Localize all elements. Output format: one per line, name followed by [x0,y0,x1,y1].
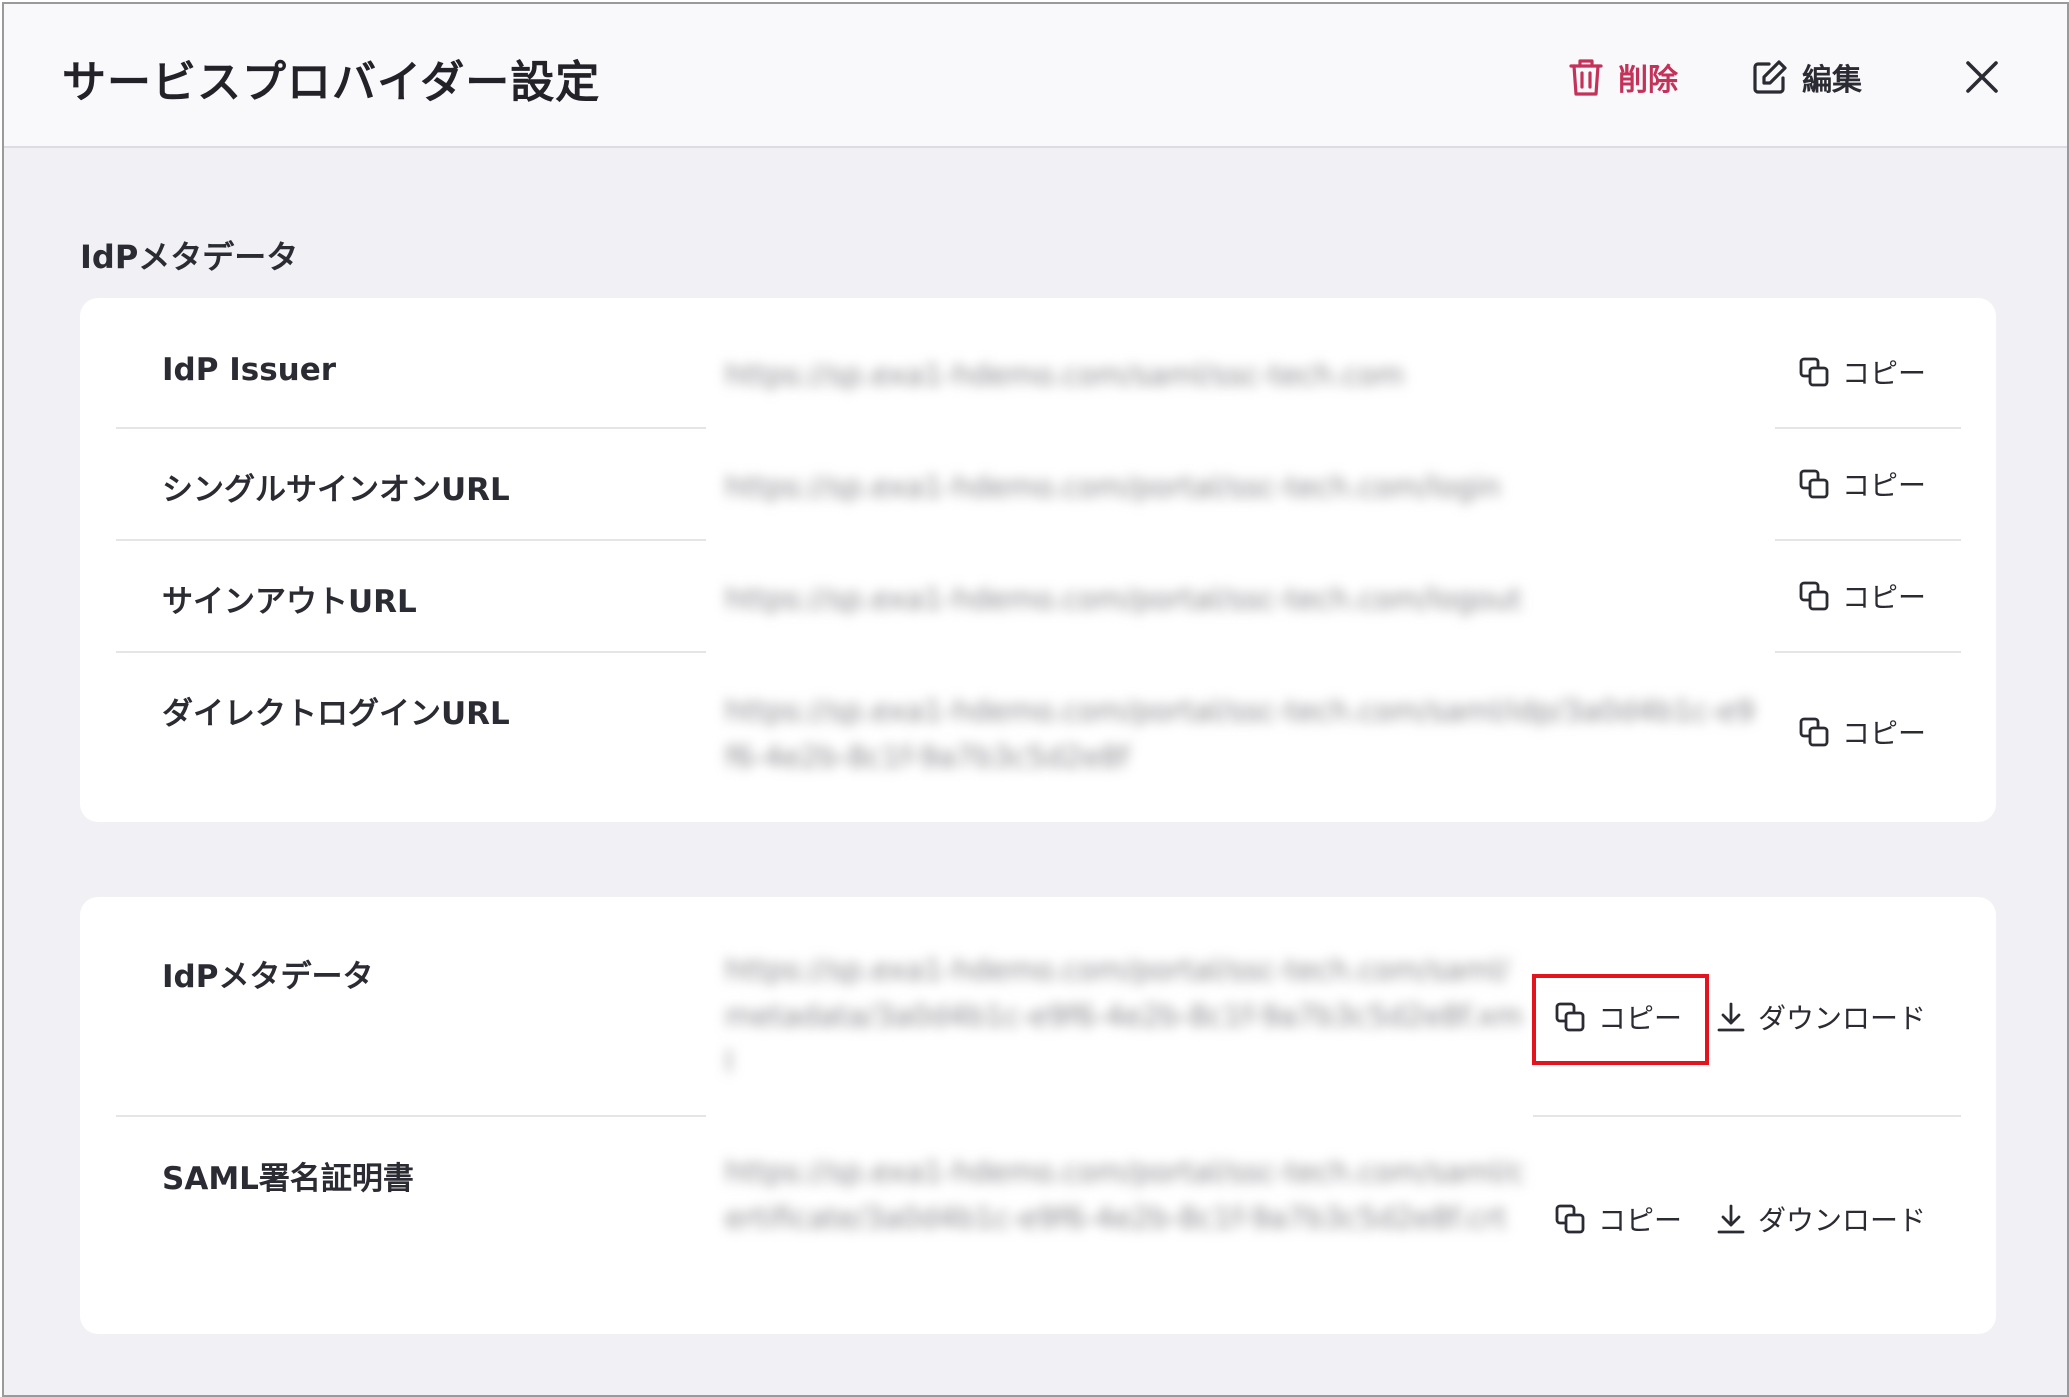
download-icon [1716,1001,1746,1033]
download-button[interactable]: ダウンロード [1716,997,1926,1037]
copy-label: コピー [1598,1002,1683,1035]
row-divider [1775,651,1961,653]
download-icon [1716,1203,1746,1235]
copy-label: コピー [1842,717,1927,750]
copy-button[interactable]: コピー [1798,712,1926,752]
download-button[interactable]: ダウンロード [1716,1199,1926,1239]
row-divider [1533,1115,1961,1117]
row-divider [1775,427,1961,429]
copy-icon [1798,580,1830,612]
copy-button[interactable]: コピー [1798,576,1926,616]
row-label: SAML署名証明書 [162,1161,414,1197]
copy-icon [1554,1001,1586,1033]
copy-icon [1798,716,1830,748]
delete-button[interactable]: 削除 [1568,54,1678,100]
copy-button[interactable]: コピー [1798,464,1926,504]
row-divider [116,539,706,541]
row-value: https://sp.exa1-hdemo.com/portal/ssc-tec… [725,953,1523,1079]
row-divider [116,427,706,429]
pencil-icon [1752,59,1788,95]
row-label: シングルサインオンURL [162,472,510,508]
copy-icon [1798,468,1830,500]
row-divider [116,1115,706,1117]
section-title: IdPメタデータ [80,238,299,276]
row-value: https://sp.exa1-hdemo.com/saml/ssc-tech.… [725,358,1405,392]
copy-icon [1554,1203,1586,1235]
idp-files-card: IdPメタデータ https://sp.exa1-hdemo.com/porta… [80,897,1996,1334]
delete-label: 削除 [1618,63,1678,98]
copy-label: コピー [1842,581,1927,614]
copy-icon [1798,356,1830,388]
edit-button[interactable]: 編集 [1752,54,1862,100]
row-value: https://sp.exa1-hdemo.com/portal/ssc-tec… [725,1155,1525,1235]
row-label: IdP Issuer [162,352,337,388]
idp-info-card: IdP Issuer https://sp.exa1-hdemo.com/sam… [80,298,1996,822]
trash-icon [1568,57,1604,97]
page-title: サービスプロバイダー設定 [62,57,601,108]
copy-button[interactable]: コピー [1554,1199,1682,1239]
row-label: ダイレクトログインURL [162,696,510,732]
close-icon [1959,61,2005,104]
row-value: https://sp.exa1-hdemo.com/portal/ssc-tec… [725,694,1755,774]
copy-label: コピー [1842,357,1927,390]
row-value: https://sp.exa1-hdemo.com/portal/ssc-tec… [725,470,1501,504]
close-button[interactable] [1959,54,2005,100]
copy-button[interactable]: コピー [1798,352,1926,392]
row-label: IdPメタデータ [162,959,374,995]
download-label: ダウンロード [1758,1204,1927,1237]
row-divider [116,651,706,653]
row-value: https://sp.exa1-hdemo.com/portal/ssc-tec… [725,582,1522,616]
copy-button[interactable]: コピー [1554,997,1682,1037]
copy-label: コピー [1842,469,1927,502]
service-provider-dialog: サービスプロバイダー設定 削除 編集 IdPメタデータ IdP Issuer h… [2,2,2069,1397]
copy-label: コピー [1598,1204,1683,1237]
edit-label: 編集 [1802,63,1862,98]
row-label: サインアウトURL [162,584,417,620]
row-divider [1775,539,1961,541]
download-label: ダウンロード [1758,1002,1927,1035]
dialog-header: サービスプロバイダー設定 削除 編集 [4,4,2067,148]
